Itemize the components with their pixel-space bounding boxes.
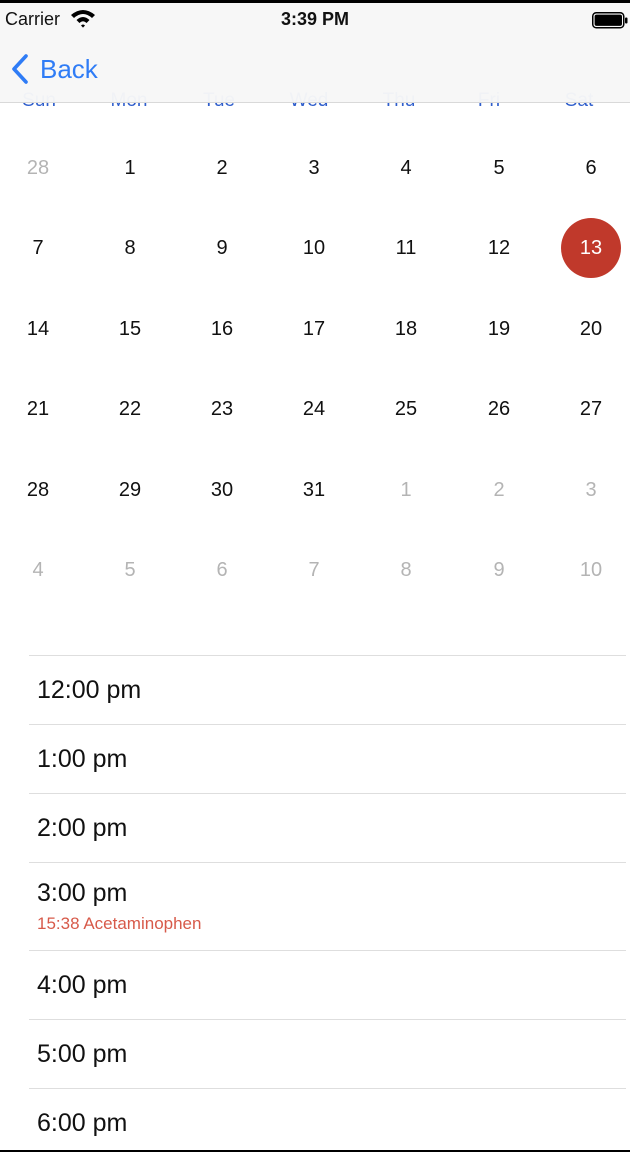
calendar-day[interactable]: 22	[100, 369, 160, 449]
calendar-day[interactable]: 10	[561, 530, 621, 610]
calendar-day[interactable]: 4	[376, 128, 436, 208]
calendar-week-row: 28 1 2 3 4 5 6	[0, 128, 630, 208]
hour-label: 3:00 pm	[37, 879, 128, 907]
calendar-day[interactable]: 2	[192, 128, 252, 208]
calendar-day[interactable]: 8	[376, 530, 436, 610]
back-label: Back	[40, 53, 98, 84]
hour-row[interactable]: 4:00 pm	[29, 950, 626, 1019]
calendar-day[interactable]: 24	[284, 369, 344, 449]
calendar-day[interactable]: 3	[284, 128, 344, 208]
calendar-day[interactable]: 25	[376, 369, 436, 449]
calendar-day[interactable]: 14	[8, 289, 68, 369]
calendar-day[interactable]: 31	[284, 450, 344, 530]
calendar-day[interactable]: 16	[192, 289, 252, 369]
navigation-bar: Back	[0, 35, 630, 103]
calendar-day[interactable]: 21	[8, 369, 68, 449]
calendar-week-row: 7 8 9 10 11 12 13	[0, 208, 630, 288]
calendar-week-row: 4 5 6 7 8 9 10	[0, 530, 630, 610]
calendar-day[interactable]: 27	[561, 369, 621, 449]
calendar-day[interactable]: 19	[469, 289, 529, 369]
hour-row[interactable]: 2:00 pm	[29, 793, 626, 862]
calendar-day[interactable]: 4	[8, 530, 68, 610]
hour-row[interactable]: 3:00 pm 15:38 Acetaminophen	[29, 862, 626, 950]
calendar-day[interactable]: 5	[100, 530, 160, 610]
hour-list: 12:00 pm 1:00 pm 2:00 pm 3:00 pm 15:38 Aceta…	[0, 655, 630, 1157]
calendar-grid: 28 1 2 3 4 5 6 7 8 9 10 11 12 13 14 15 16 17 18 19 20 21 22 23 2…	[0, 128, 630, 610]
hour-label: 2:00 pm	[37, 814, 128, 842]
calendar-day[interactable]: 20	[561, 289, 621, 369]
calendar-day[interactable]: 6	[192, 530, 252, 610]
event-entry[interactable]: 15:38 Acetaminophen	[37, 914, 201, 934]
calendar-day[interactable]: 11	[376, 208, 436, 288]
hour-label: 12:00 pm	[37, 676, 142, 704]
calendar-day[interactable]: 28	[8, 450, 68, 530]
calendar-day[interactable]: 17	[284, 289, 344, 369]
calendar-day[interactable]: 30	[192, 450, 252, 530]
battery-icon	[592, 12, 628, 29]
calendar-day[interactable]: 6	[561, 128, 621, 208]
hour-label: 6:00 pm	[37, 1109, 128, 1137]
calendar-day[interactable]: 29	[100, 450, 160, 530]
selected-day[interactable]: 13	[561, 208, 621, 288]
calendar-week-row: 14 15 16 17 18 19 20	[0, 289, 630, 369]
calendar-day[interactable]: 8	[100, 208, 160, 288]
calendar-week-row: 21 22 23 24 25 26 27	[0, 369, 630, 449]
hour-row[interactable]: 6:00 pm	[29, 1088, 626, 1157]
calendar-week-row: 28 29 30 31 1 2 3	[0, 450, 630, 530]
calendar-day[interactable]: 10	[284, 208, 344, 288]
chevron-left-icon	[12, 54, 28, 84]
calendar-day[interactable]: 26	[469, 369, 529, 449]
status-time: 3:39 PM	[280, 9, 350, 29]
calendar-day[interactable]: 7	[8, 208, 68, 288]
back-button[interactable]: Back	[10, 51, 98, 87]
screen-top-edge	[0, 0, 630, 3]
hour-row[interactable]: 12:00 pm	[29, 655, 626, 724]
calendar-day[interactable]: 7	[284, 530, 344, 610]
calendar-day[interactable]: 3	[561, 450, 621, 530]
calendar-day[interactable]: 2	[469, 450, 529, 530]
calendar-day[interactable]: 23	[192, 369, 252, 449]
calendar-day[interactable]: 5	[469, 128, 529, 208]
hour-label: 5:00 pm	[37, 1040, 128, 1068]
calendar-day[interactable]: 15	[100, 289, 160, 369]
calendar-day[interactable]: 1	[100, 128, 160, 208]
calendar-day[interactable]: 9	[192, 208, 252, 288]
calendar-day[interactable]: 9	[469, 530, 529, 610]
calendar-day[interactable]: 12	[469, 208, 529, 288]
calendar-day[interactable]: 18	[376, 289, 436, 369]
hour-row[interactable]: 1:00 pm	[29, 724, 626, 793]
hour-label: 4:00 pm	[37, 971, 128, 999]
hour-label: 1:00 pm	[37, 745, 128, 773]
hour-row[interactable]: 5:00 pm	[29, 1019, 626, 1088]
calendar-day[interactable]: 28	[8, 128, 68, 208]
calendar-day[interactable]: 1	[376, 450, 436, 530]
status-bar: Carrier 3:39 PM	[0, 3, 630, 35]
